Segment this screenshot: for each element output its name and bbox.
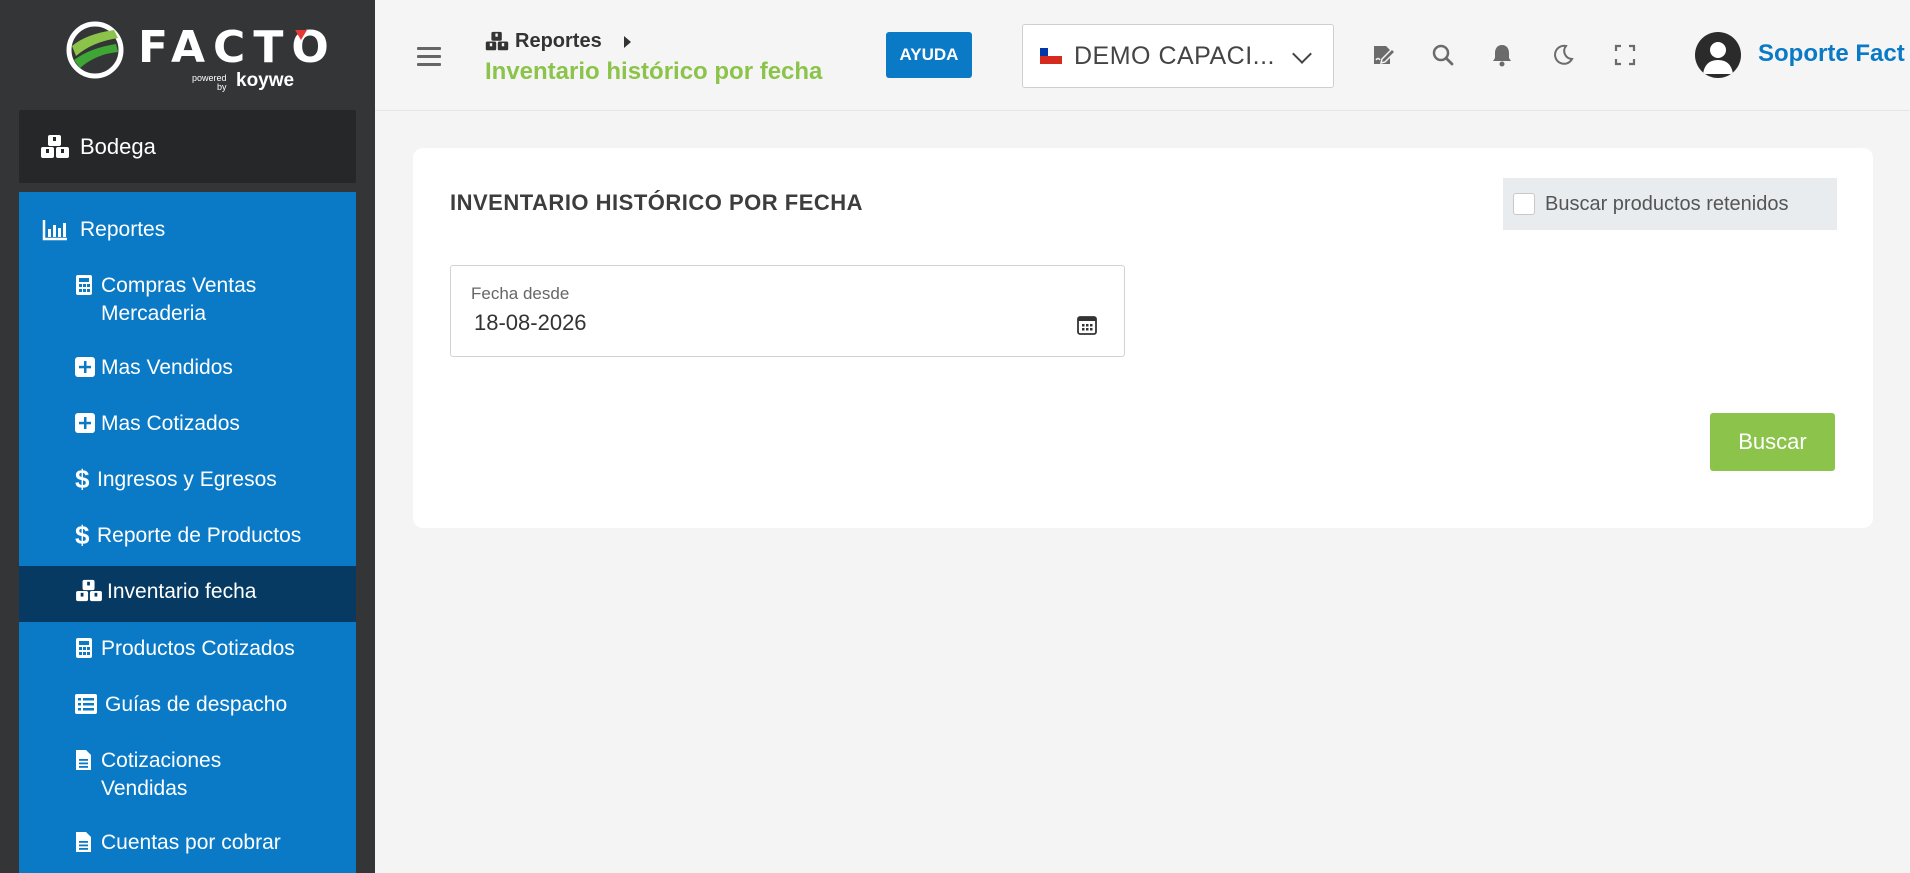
- boxes-icon: [485, 31, 509, 53]
- avatar[interactable]: [1695, 32, 1741, 78]
- sidebar-item-label: Compras Ventas Mercaderia: [101, 274, 257, 325]
- document-icon: [75, 747, 97, 773]
- caret-right-icon: [623, 35, 631, 48]
- sidebar-item-productos-cotizados[interactable]: Productos Cotizados: [19, 635, 356, 663]
- dollar-icon: $: [75, 520, 90, 550]
- sidebar-item-compras-ventas[interactable]: Compras Ventas Mercaderia: [19, 272, 356, 328]
- by-text: by: [217, 82, 227, 92]
- plus-square-icon: [75, 354, 97, 380]
- koywe-brand: koywe: [236, 70, 295, 91]
- card-title: INVENTARIO HISTÓRICO POR FECHA: [450, 190, 864, 215]
- sidebar-item-mas-cotizados[interactable]: Mas Cotizados: [19, 410, 356, 438]
- sidebar-item-label: Reporte de Productos: [97, 524, 302, 547]
- retained-products-label: Buscar productos retenidos: [1545, 192, 1789, 215]
- sidebar-item-inventario-fecha[interactable]: Inventario fecha: [19, 566, 356, 622]
- sidebar-item-ingresos-egresos[interactable]: $ Ingresos y Egresos: [19, 464, 356, 494]
- sidebar-item-bodega[interactable]: Bodega: [19, 110, 356, 183]
- report-card: INVENTARIO HISTÓRICO POR FECHA Buscar pr…: [413, 148, 1873, 528]
- help-button[interactable]: AYUDA: [886, 32, 972, 78]
- search-button[interactable]: Buscar: [1710, 413, 1835, 471]
- facto-logo-icon: [66, 21, 124, 79]
- chevron-down-icon: [1292, 44, 1312, 64]
- signature-edit-icon[interactable]: [1371, 42, 1397, 68]
- sidebar-item-reporte-productos[interactable]: $ Reporte de Productos: [19, 520, 356, 550]
- bar-chart-icon: [42, 219, 68, 241]
- company-selector[interactable]: DEMO CAPACI...: [1022, 24, 1334, 88]
- breadcrumb-reportes[interactable]: Reportes: [515, 30, 602, 53]
- plus-square-icon: [75, 410, 97, 436]
- page-title: Inventario histórico por fecha: [485, 58, 823, 85]
- user-name[interactable]: Soporte Fact: [1758, 40, 1905, 68]
- dark-mode-moon-icon[interactable]: [1550, 42, 1576, 68]
- sidebar-item-label: Cuentas por cobrar: [101, 831, 281, 854]
- boxes-icon: [75, 578, 103, 604]
- date-from-input[interactable]: [474, 310, 1034, 336]
- calculator-icon: [75, 272, 97, 298]
- document-icon: [75, 829, 97, 855]
- calculator-icon: [75, 635, 97, 661]
- list-icon: [75, 691, 101, 717]
- search-icon[interactable]: [1430, 42, 1456, 68]
- sidebar-item-label: Guías de despacho: [105, 693, 288, 716]
- calendar-icon[interactable]: [1076, 314, 1098, 336]
- logo[interactable]: FACTO powered by koywe: [0, 0, 375, 110]
- sidebar-item-label: Cotizaciones Vendidas: [101, 749, 222, 800]
- sidebar-reports-menu: Reportes Compras Ventas Mercaderia Mas V…: [19, 192, 356, 873]
- retained-products-checkbox[interactable]: [1513, 193, 1535, 215]
- sidebar-section-reportes[interactable]: Reportes: [19, 212, 356, 248]
- chile-flag-icon: [1040, 48, 1062, 64]
- fullscreen-icon[interactable]: [1612, 42, 1638, 68]
- menu-toggle-icon[interactable]: [417, 47, 441, 67]
- sidebar-item-cuentas-cobrar[interactable]: Cuentas por cobrar: [19, 829, 356, 857]
- sidebar-section-label: Reportes: [80, 218, 166, 241]
- breadcrumb: Reportes: [485, 30, 631, 53]
- powered-by-label: powered by: [192, 74, 227, 92]
- sidebar-item-guias-despacho[interactable]: Guías de despacho: [19, 691, 356, 719]
- sidebar-item-label: Bodega: [80, 133, 156, 159]
- sidebar-item-label: Mas Vendidos: [101, 356, 233, 379]
- boxes-icon: [40, 134, 70, 160]
- sidebar-item-mas-vendidos[interactable]: Mas Vendidos: [19, 354, 356, 382]
- brand-accent-icon: [295, 30, 307, 40]
- sidebar-item-cotizaciones-vendidas[interactable]: Cotizaciones Vendidas: [19, 747, 356, 803]
- sidebar: FACTO powered by koywe Bodega Reportes C…: [0, 0, 375, 873]
- sidebar-item-label: Ingresos y Egresos: [97, 468, 277, 491]
- company-name: DEMO CAPACI...: [1074, 41, 1276, 70]
- date-from-field[interactable]: Fecha desde: [450, 265, 1125, 357]
- sidebar-item-label: Productos Cotizados: [101, 637, 295, 660]
- date-from-label: Fecha desde: [471, 284, 570, 303]
- bell-icon[interactable]: [1489, 42, 1515, 68]
- sidebar-item-label: Mas Cotizados: [101, 412, 240, 435]
- sidebar-item-label: Inventario fecha: [107, 580, 257, 603]
- dollar-icon: $: [75, 464, 90, 494]
- top-header: Reportes Inventario histórico por fecha …: [375, 0, 1910, 111]
- retained-products-toggle[interactable]: Buscar productos retenidos: [1503, 178, 1837, 230]
